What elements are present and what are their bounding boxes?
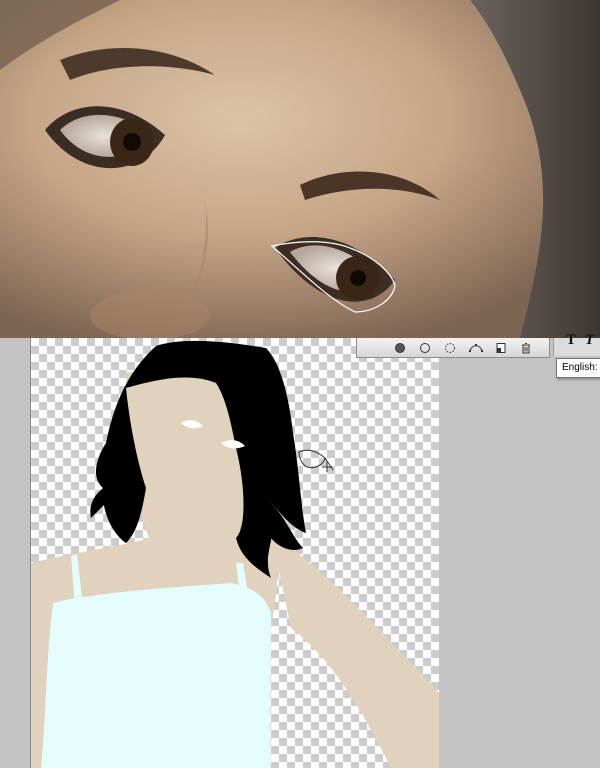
language-tooltip: English: U (556, 358, 600, 378)
fill-path-icon (394, 342, 405, 353)
illustration (31, 340, 439, 768)
fill-path-button[interactable] (393, 341, 407, 355)
workspace-area (0, 338, 600, 768)
reference-photo (0, 0, 600, 338)
stroke-path-button[interactable] (418, 341, 432, 355)
pen-tool-cursor-icon (298, 449, 334, 472)
new-path-icon (496, 342, 506, 353)
type-bold-icon[interactable]: T (566, 332, 576, 348)
make-work-path-button[interactable] (468, 341, 483, 355)
load-selection-button[interactable] (443, 341, 457, 355)
document-canvas[interactable] (30, 338, 439, 768)
make-work-path-icon (468, 343, 483, 352)
reference-photo-panel (0, 0, 600, 338)
delete-path-icon (522, 342, 531, 353)
new-path-button[interactable] (494, 341, 508, 355)
language-label: English: U (562, 362, 600, 373)
delete-path-button[interactable] (519, 341, 533, 355)
stroke-path-icon (419, 342, 430, 353)
paths-panel-toolbar (356, 338, 550, 358)
right-arm (271, 533, 439, 768)
load-selection-icon (445, 342, 456, 353)
shirt (41, 583, 271, 768)
type-italic-icon[interactable]: T (585, 332, 594, 348)
